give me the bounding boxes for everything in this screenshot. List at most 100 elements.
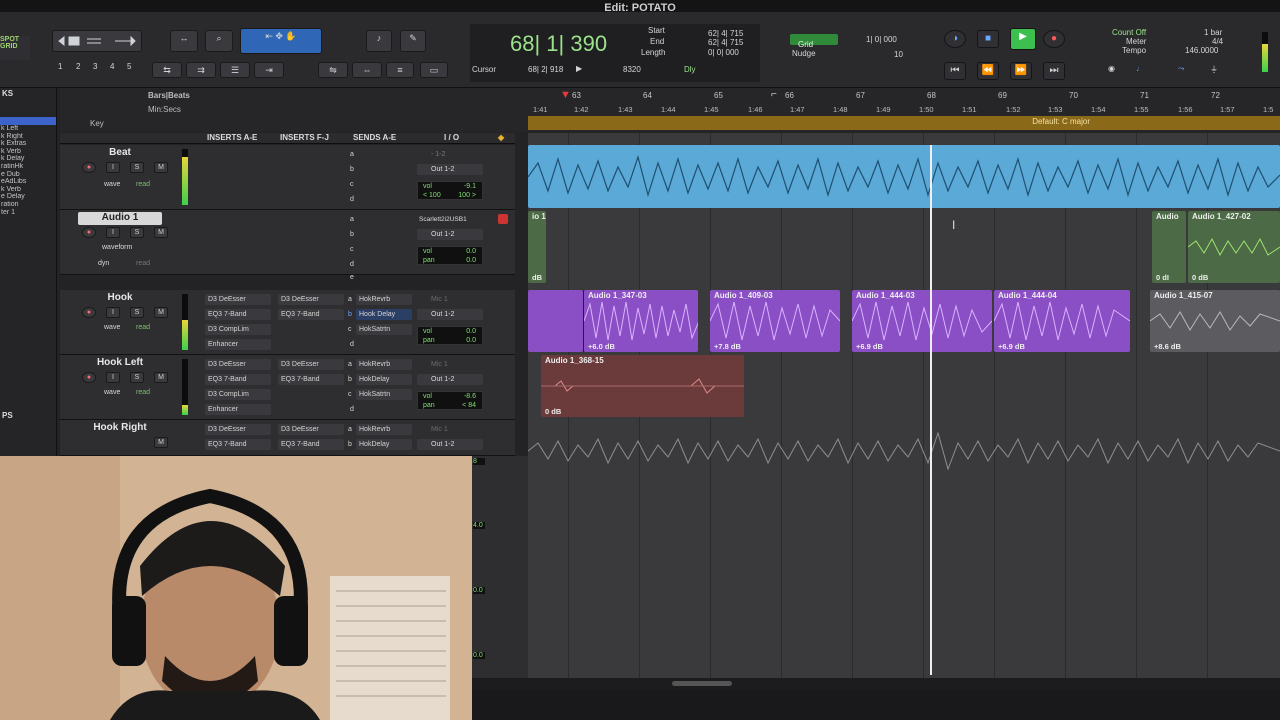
count-off-label[interactable]: Count Off xyxy=(1112,28,1146,37)
insert-slot[interactable]: D3 DeEsser xyxy=(278,424,344,435)
window-config-icon[interactable]: ▭ xyxy=(420,62,448,78)
tab-to-transient-icon[interactable]: ⇉ xyxy=(186,62,216,78)
hook-clip-444-04[interactable]: Audio 1_444-04 +6.9 dB xyxy=(994,290,1130,352)
hook-right-waveform[interactable] xyxy=(528,421,1280,481)
grid-mode-label[interactable]: GRID xyxy=(0,43,30,50)
zoom-preset-3[interactable]: 3 xyxy=(93,62,97,71)
wait-for-note-icon[interactable]: ◉ xyxy=(1108,64,1115,73)
main-counter[interactable]: 68| 1| 390 xyxy=(510,31,607,57)
solo-button[interactable]: S xyxy=(130,227,144,238)
hook-clip-444-03[interactable]: Audio 1_444-03 +6.9 dB xyxy=(852,290,992,352)
tempo-value[interactable]: 146.0000 xyxy=(1185,46,1218,55)
input-monitor-button[interactable]: I xyxy=(106,227,120,238)
insert-slot[interactable]: EQ3 7-Band xyxy=(278,439,344,450)
automation-mode[interactable]: read xyxy=(136,389,150,396)
track-list-item[interactable]: e Dub xyxy=(0,171,56,179)
track-list-item[interactable]: k Delay xyxy=(0,155,56,163)
hook-clip-415[interactable]: Audio 1_415-07 +8.6 dB xyxy=(1150,290,1280,352)
send-slot[interactable]: c xyxy=(350,179,418,190)
length-value[interactable]: 0| 0| 000 xyxy=(708,48,739,57)
track-name[interactable]: Hook Left xyxy=(78,357,162,370)
track-hook[interactable]: Hook ● I S M wave read D3 DeEsser EQ3 7-… xyxy=(60,290,515,355)
vol-value[interactable]: -8.6 xyxy=(464,392,476,401)
audio1-clip-start[interactable]: io 1 dB xyxy=(528,211,546,283)
track-audio-1[interactable]: Audio 1 ● I S M waveform dyn read a b c … xyxy=(60,210,515,281)
output-selector[interactable]: Out 1-2 xyxy=(417,309,483,320)
track-list-item[interactable]: k Verb xyxy=(0,186,56,194)
input-monitor-button[interactable]: I xyxy=(106,307,120,318)
insert-slot[interactable]: EQ3 7-Band xyxy=(205,374,271,385)
solo-button[interactable]: S xyxy=(130,307,144,318)
smart-tool-icon[interactable]: ⇤ ✥ ✋ xyxy=(240,28,322,54)
send-slot[interactable]: b xyxy=(350,229,418,240)
rewind-icon[interactable]: ⏪ xyxy=(977,62,999,80)
insert-slot[interactable]: EQ3 7-Band xyxy=(205,309,271,320)
output-selector[interactable]: Out 1-2 xyxy=(417,439,483,450)
zoom-preset-4[interactable]: 4 xyxy=(110,62,114,71)
send-slot[interactable]: HokDelay xyxy=(356,374,412,385)
zoom-preset-1[interactable]: 1 xyxy=(58,62,62,71)
track-list-item[interactable]: e Delay xyxy=(0,193,56,201)
automation-mode[interactable]: read xyxy=(136,260,150,267)
track-list-toggle-icon[interactable]: ⇋ xyxy=(318,62,348,78)
record-enable-button[interactable]: ● xyxy=(82,372,96,383)
volume-pan-display[interactable]: vol 0.0 pan 0.0 xyxy=(417,326,483,345)
fast-forward-icon[interactable]: ⏩ xyxy=(1010,62,1032,80)
zoom-presets[interactable]: 1 2 3 4 5 xyxy=(52,62,142,78)
input-selector[interactable]: Mic 1 xyxy=(417,359,483,370)
track-list-item[interactable]: ter 1 xyxy=(0,209,56,217)
track-list-item[interactable]: k Verb xyxy=(0,148,56,156)
selection-start-marker-icon[interactable]: ▼ xyxy=(560,89,571,101)
beat-clip[interactable] xyxy=(528,145,1280,208)
insert-slot[interactable]: Enhancer xyxy=(205,339,271,350)
view-selector[interactable]: wave xyxy=(104,181,120,188)
grid-button[interactable]: Grid xyxy=(790,34,838,49)
volume-pan-display[interactable]: vol 0.0 pan 0.0 xyxy=(417,246,483,265)
automation-mode[interactable]: read xyxy=(136,324,150,331)
edit-mode-panel[interactable]: SPOT GRID xyxy=(0,36,30,60)
input-monitor-button[interactable]: I xyxy=(106,162,120,173)
insert-slot[interactable]: EQ3 7-Band xyxy=(205,439,271,450)
output-selector[interactable]: Out 1-2 xyxy=(417,229,483,240)
mirror-midi-icon[interactable]: ☰ xyxy=(220,62,250,78)
view-selector[interactable]: wave xyxy=(104,389,120,396)
mute-button[interactable]: M xyxy=(154,162,168,173)
key-ruler[interactable]: Default: C major xyxy=(528,116,1280,130)
audio1-clip-427[interactable]: Audio 1_427-02 0 dB xyxy=(1188,211,1280,283)
input-monitor-button[interactable]: I xyxy=(106,372,120,383)
mute-button[interactable]: M xyxy=(154,227,168,238)
mute-button[interactable]: M xyxy=(154,437,168,448)
insert-slot[interactable]: Enhancer xyxy=(205,404,271,415)
conductor-icon[interactable]: ⤳ xyxy=(1178,64,1184,74)
insert-slot[interactable]: D3 DeEsser xyxy=(278,294,344,305)
metronome-icon[interactable]: ♩ xyxy=(1136,64,1144,73)
mute-button[interactable]: M xyxy=(154,307,168,318)
input-selector[interactable]: - 1-2 xyxy=(417,149,483,160)
link-selection-icon[interactable]: ⇔ xyxy=(352,62,382,78)
hook-clip-347[interactable]: Audio 1_347-03 +6.0 dB xyxy=(583,290,698,352)
track-hook-right[interactable]: Hook Right M D3 DeEsser EQ3 7-Band D3 De… xyxy=(60,420,515,456)
record-enable-button[interactable]: ● xyxy=(82,162,96,173)
send-slot[interactable]: b xyxy=(350,164,418,175)
insert-slot[interactable]: D3 DeEsser xyxy=(205,294,271,305)
zoom-preset-2[interactable]: 2 xyxy=(76,62,80,71)
play-button-icon[interactable]: ▶ xyxy=(1010,28,1036,50)
audio1-clip[interactable]: Audio 0 dI xyxy=(1152,211,1186,283)
send-slot[interactable]: d xyxy=(350,259,418,270)
track-list-item-selected[interactable] xyxy=(0,117,56,125)
send-slot[interactable]: HokRevrb xyxy=(356,359,412,370)
output-selector[interactable]: Out 1-2 xyxy=(417,164,483,175)
pencil-tool-icon[interactable]: ✎ xyxy=(400,30,426,52)
send-slot[interactable]: c xyxy=(350,244,418,255)
record-enable-button[interactable]: ● xyxy=(82,307,96,318)
send-slot[interactable]: HokRevrb xyxy=(356,424,412,435)
edit-arrange-area[interactable]: io 1 dB Audio 0 dI Audio 1_427-02 0 dB A… xyxy=(528,133,1280,678)
output-selector[interactable]: Out 1-2 xyxy=(417,374,483,385)
send-slot[interactable]: HokSatrtn xyxy=(356,324,412,335)
send-slot[interactable]: HokSatrtn xyxy=(356,389,412,400)
solo-button[interactable]: S xyxy=(130,372,144,383)
insert-slot[interactable]: D3 DeEsser xyxy=(278,359,344,370)
track-beat[interactable]: Beat ● I S M wave read a b c d - 1-2 Out… xyxy=(60,145,515,210)
link-timeline-icon[interactable]: ⇆ xyxy=(152,62,182,78)
midi-controls[interactable]: ◉ ♩ ⤳ ⏚ xyxy=(1100,64,1230,80)
